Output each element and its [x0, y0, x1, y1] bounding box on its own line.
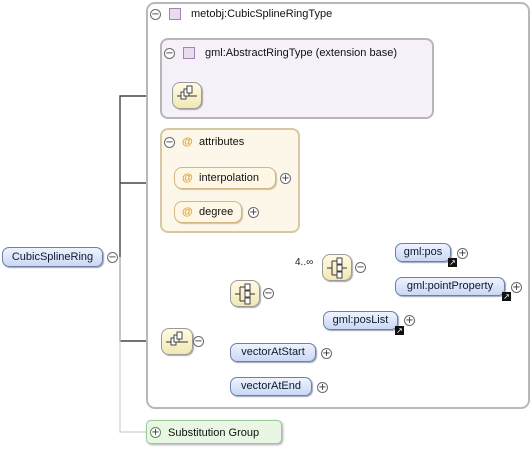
- attributes-label: attributes: [199, 136, 245, 148]
- root-collapse-toggle[interactable]: −: [107, 252, 118, 263]
- expand-interpolation[interactable]: +: [280, 173, 291, 184]
- element-gml-poslist[interactable]: gml:posList: [323, 311, 398, 330]
- sequence-icon: [177, 85, 197, 100]
- sequence-compositor-main[interactable]: [161, 328, 193, 355]
- sequence-icon: [327, 257, 347, 279]
- attributes-icon: @: [182, 136, 193, 148]
- element-vectoratend[interactable]: vectorAtEnd: [230, 377, 312, 396]
- reference-link-icon: ↗: [502, 292, 511, 301]
- occurrence-label: 4..∞: [295, 257, 314, 268]
- attributes-collapse-toggle[interactable]: −: [164, 137, 175, 148]
- schema-diagram: − metobj:CubicSplineRingType − gml:Abstr…: [0, 0, 532, 449]
- attribute-icon: @: [182, 172, 193, 184]
- sequence-compositor-nested[interactable]: [322, 254, 352, 281]
- nested-collapse-toggle[interactable]: −: [355, 262, 366, 273]
- element-gml-pos[interactable]: gml:pos: [395, 243, 451, 262]
- attribute-degree[interactable]: @ degree: [174, 201, 242, 223]
- extension-label: gml:AbstractRingType (extension base): [205, 47, 397, 59]
- complex-type-icon: [169, 8, 181, 20]
- expand-degree[interactable]: +: [248, 207, 259, 218]
- reference-link-icon: ↗: [395, 326, 404, 335]
- sequence-compositor-base[interactable]: [172, 82, 202, 109]
- expand-gml-pos[interactable]: +: [457, 248, 468, 259]
- attribute-label: degree: [199, 206, 234, 218]
- sequence-icon: [166, 331, 188, 346]
- expand-gml-poslist[interactable]: +: [404, 315, 415, 326]
- attribute-interpolation[interactable]: @ interpolation: [174, 167, 276, 189]
- choice-compositor[interactable]: [230, 280, 260, 307]
- expand-gml-pointproperty[interactable]: +: [511, 282, 522, 293]
- choice-collapse-toggle[interactable]: −: [263, 288, 274, 299]
- sequence-collapse-toggle[interactable]: −: [193, 336, 204, 347]
- attribute-label: interpolation: [199, 172, 259, 184]
- type-name: metobj:CubicSplineRingType: [191, 8, 333, 20]
- type-collapse-toggle[interactable]: −: [150, 9, 161, 20]
- element-vectoratstart[interactable]: vectorAtStart: [230, 343, 316, 362]
- expand-vectoratstart[interactable]: +: [321, 348, 332, 359]
- substitution-group-label: Substitution Group: [168, 427, 260, 439]
- extension-type-icon: [183, 47, 195, 59]
- expand-vectoratend[interactable]: +: [317, 382, 328, 393]
- attribute-icon: @: [182, 206, 193, 218]
- substitution-expand-toggle[interactable]: +: [150, 427, 161, 438]
- reference-link-icon: ↗: [448, 258, 457, 267]
- element-gml-pointproperty[interactable]: gml:pointProperty: [395, 277, 505, 296]
- root-element[interactable]: CubicSplineRing: [2, 247, 103, 267]
- substitution-group-box[interactable]: + Substitution Group: [146, 420, 282, 444]
- extension-collapse-toggle[interactable]: −: [164, 48, 175, 59]
- choice-icon: [235, 283, 255, 305]
